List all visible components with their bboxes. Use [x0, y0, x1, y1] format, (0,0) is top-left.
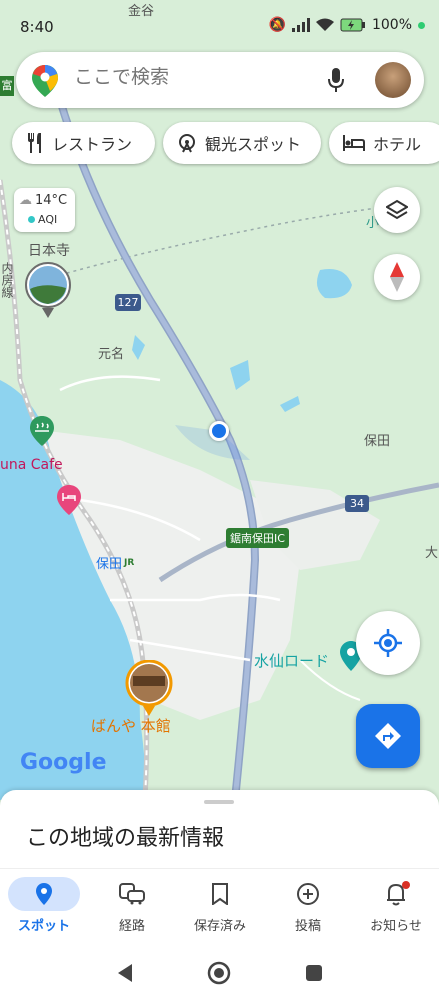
system-nav-bar	[0, 948, 439, 1000]
google-logo: Google	[20, 750, 107, 775]
nav-label: お知らせ	[370, 919, 422, 934]
cloud-icon: ☁	[19, 193, 32, 208]
onsen-pin[interactable]	[30, 416, 54, 446]
map-label-edge-top: 富	[0, 76, 14, 96]
chip-hotel[interactable]: ホテル	[329, 122, 439, 164]
chip-restaurant[interactable]: レストラン	[12, 122, 155, 164]
map-label-suisen[interactable]: 水仙ロード	[254, 650, 329, 671]
directions-icon	[375, 723, 401, 749]
signal-icon	[291, 18, 310, 32]
nav-contribute[interactable]: 投稿	[264, 869, 352, 949]
bed-icon	[343, 135, 365, 151]
hotel-pin[interactable]	[57, 485, 81, 515]
bottom-nav: スポット 経路 保存済み 投稿 お知らせ	[0, 868, 439, 948]
status-bar: 8:40 🔕 100%	[0, 0, 439, 50]
layers-icon	[386, 199, 408, 220]
nav-explore[interactable]: スポット	[0, 869, 88, 949]
wifi-icon	[315, 18, 334, 31]
layers-button[interactable]	[374, 187, 420, 233]
add-circle-icon	[297, 883, 319, 905]
nav-label: 経路	[118, 919, 145, 934]
bottom-sheet[interactable]: この地域の最新情報	[0, 790, 439, 868]
map-label-edge-right2: 大	[425, 546, 439, 561]
map-label-line: 内房線	[0, 262, 14, 298]
battery-percent: 100%	[371, 17, 412, 33]
chip-label: レストラン	[52, 135, 133, 154]
home-icon[interactable]	[207, 961, 231, 985]
photo-thumbnail-icon	[25, 262, 71, 318]
chip-label: 観光スポット	[205, 135, 302, 154]
aqi-label: AQI	[38, 213, 58, 226]
compass-button[interactable]	[374, 254, 420, 300]
nav-saved[interactable]: 保存済み	[176, 869, 264, 949]
directions-button[interactable]	[356, 704, 420, 768]
ferris-wheel-icon	[179, 134, 195, 153]
route-shield-34: 34	[345, 495, 369, 512]
current-location-dot	[209, 421, 229, 441]
drag-handle[interactable]	[204, 800, 234, 804]
map-label-nihonji[interactable]: 日本寺	[28, 240, 70, 260]
compass-icon	[390, 262, 404, 292]
notification-dot	[418, 21, 425, 29]
map-label-motona[interactable]: 元名	[98, 343, 124, 362]
nav-label: スポット	[17, 919, 70, 934]
place-icon	[36, 883, 52, 905]
commute-icon	[119, 883, 145, 905]
nav-label: 投稿	[294, 919, 321, 934]
chip-label: ホテル	[373, 135, 422, 154]
nav-icon-wrap	[184, 877, 256, 911]
route-shield-127: 127	[115, 294, 141, 311]
map-label-banya[interactable]: ばんや 本館	[91, 715, 171, 736]
nav-label: 保存済み	[193, 919, 246, 934]
battery-icon	[340, 18, 365, 32]
photo-thumbnail-icon	[125, 659, 173, 716]
aqi-dot-icon	[28, 216, 35, 223]
search-bar[interactable]	[16, 52, 424, 108]
restaurant-icon	[28, 133, 41, 153]
station-name: 保田	[96, 557, 123, 572]
crosshair-icon	[374, 629, 402, 657]
nav-icon-wrap	[96, 877, 168, 911]
jr-icon: JR	[124, 557, 135, 568]
mute-icon: 🔕	[268, 17, 286, 33]
map-label-cafe[interactable]: una Cafe	[0, 457, 63, 473]
nav-icon-wrap	[360, 877, 432, 911]
mic-icon[interactable]	[328, 68, 344, 92]
search-input[interactable]	[74, 66, 314, 88]
map-label-hota[interactable]: 保田	[364, 430, 390, 449]
status-icons: 🔕 100%	[269, 17, 425, 33]
ic-label[interactable]: 鋸南保田IC	[226, 528, 289, 548]
back-icon[interactable]	[116, 963, 134, 983]
nav-active-pill	[8, 877, 80, 911]
nav-updates[interactable]: お知らせ	[352, 869, 439, 949]
recents-icon[interactable]	[305, 964, 323, 982]
photo-pin-banya[interactable]	[125, 659, 173, 716]
avatar[interactable]	[375, 62, 411, 98]
station-hota[interactable]: 保田 JR	[96, 553, 134, 572]
photo-pin-nihonji[interactable]	[24, 262, 72, 318]
hot-spring-icon	[30, 416, 54, 446]
bookmark-icon	[212, 883, 228, 905]
sheet-title: この地域の最新情報	[26, 826, 225, 851]
nav-commute[interactable]: 経路	[88, 869, 176, 949]
hotel-pin-icon	[57, 485, 81, 515]
maps-pin-logo-icon	[32, 65, 58, 97]
status-time: 8:40	[20, 18, 54, 36]
badge-dot	[402, 881, 410, 889]
nav-icon-wrap	[272, 877, 344, 911]
chip-sightseeing[interactable]: 観光スポット	[163, 122, 321, 164]
my-location-button[interactable]	[356, 611, 420, 675]
weather-widget[interactable]: ☁ 14°C AQI	[14, 188, 75, 232]
weather-temp: 14°C	[35, 193, 68, 208]
